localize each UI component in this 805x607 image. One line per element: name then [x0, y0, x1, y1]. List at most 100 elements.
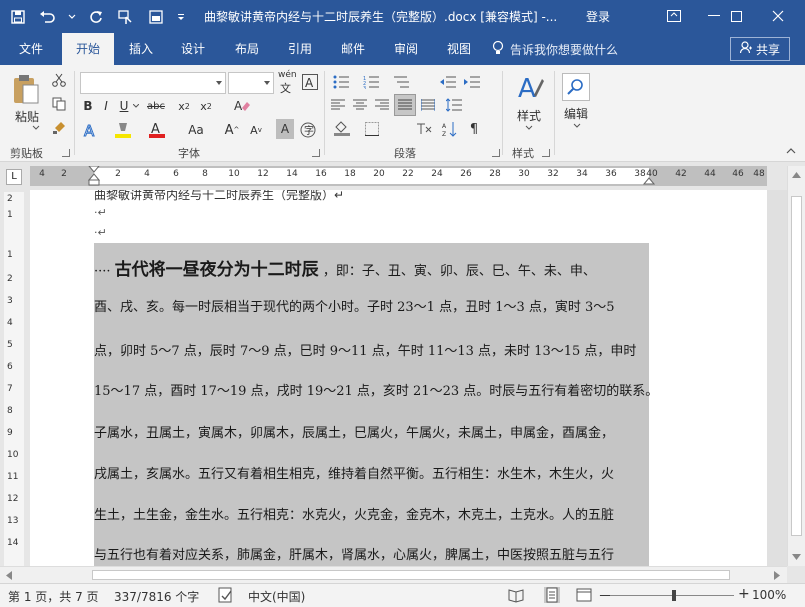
distributed-align-icon[interactable]	[418, 96, 438, 114]
styles-dialog-launcher[interactable]	[542, 149, 550, 157]
zoom-out-button[interactable]: －	[598, 586, 612, 606]
shading-icon[interactable]	[330, 119, 354, 139]
font-color-icon[interactable]: A	[146, 119, 168, 141]
close-icon[interactable]	[758, 2, 798, 30]
zoom-level[interactable]: 100%	[752, 588, 786, 602]
styles-dropdown-icon[interactable]	[520, 121, 538, 135]
zoom-in-button[interactable]: +	[738, 586, 750, 602]
print-preview-icon[interactable]	[146, 7, 166, 27]
page-count[interactable]: 第 1 页，共 7 页	[8, 588, 99, 605]
scroll-down-icon[interactable]	[792, 554, 801, 560]
bullets-icon[interactable]	[330, 73, 352, 91]
font-size-combo[interactable]	[228, 72, 274, 94]
tab-design[interactable]: 设计	[170, 33, 216, 65]
paragraph-line[interactable]: 子属水，丑属土，寅属木，卯属木，辰属土，巳属火，午属火，未属土，申属金，酉属金，	[94, 422, 654, 441]
highlight-color-icon[interactable]	[112, 119, 134, 141]
undo-dropdown-icon[interactable]	[68, 7, 76, 27]
enclose-char-icon[interactable]: 字	[298, 119, 318, 141]
copy-icon[interactable]	[50, 95, 68, 113]
vertical-scroll-thumb[interactable]	[791, 196, 802, 536]
save-icon[interactable]	[8, 7, 28, 27]
language-indicator[interactable]: 中文(中国)	[248, 588, 305, 605]
char-border-icon[interactable]: A	[300, 71, 320, 93]
tab-mailings[interactable]: 邮件	[330, 33, 376, 65]
scroll-left-icon[interactable]	[6, 571, 12, 580]
scroll-up-icon[interactable]	[792, 172, 801, 178]
search-icon[interactable]	[562, 73, 590, 101]
multilevel-list-icon[interactable]	[390, 73, 412, 91]
editing-dropdown-icon[interactable]	[568, 119, 586, 133]
tell-me-box[interactable]: 告诉我你想要做什么	[492, 33, 618, 65]
change-case-icon[interactable]: Aa	[186, 119, 206, 141]
undo-icon[interactable]	[38, 7, 58, 27]
paste-dropdown-icon[interactable]	[28, 121, 44, 135]
align-center-icon[interactable]	[350, 96, 370, 114]
tab-references[interactable]: 引用	[277, 33, 323, 65]
share-button[interactable]: 共享	[730, 37, 790, 61]
proofing-icon[interactable]	[218, 587, 234, 603]
paste-icon[interactable]	[8, 71, 44, 107]
read-mode-icon[interactable]	[508, 587, 524, 603]
word-count[interactable]: 337/7816 个字	[114, 588, 199, 605]
paragraph-line[interactable]: 15～17 点，酉时 17～19 点，戌时 19～21 点，亥时 21～23 点…	[94, 380, 654, 399]
underline-dropdown-icon[interactable]	[132, 96, 140, 116]
customize-qat-icon[interactable]	[176, 7, 186, 27]
vertical-ruler[interactable]: 2 1 1 2 3 4 5 6 7 8 9 10 11 12 13 14	[4, 192, 24, 566]
decrease-indent-icon[interactable]	[438, 73, 458, 91]
print-layout-icon[interactable]	[544, 587, 560, 603]
scroll-right-icon[interactable]	[774, 571, 780, 580]
borders-icon[interactable]	[360, 119, 384, 139]
tab-home[interactable]: 开始	[62, 33, 114, 65]
shrink-font-icon[interactable]: Av	[246, 119, 266, 141]
paragraph-line[interactable]: 生土，土生金，金生水。五行相克：水克火，火克金，金克木，木克土，土克水。人的五脏	[94, 504, 654, 523]
horizontal-scrollbar[interactable]	[0, 566, 787, 583]
font-name-combo[interactable]	[80, 72, 226, 94]
tab-review[interactable]: 审阅	[383, 33, 429, 65]
collapse-ribbon-icon[interactable]	[784, 145, 798, 157]
indent-marker-icon[interactable]	[88, 166, 100, 186]
paragraph-line[interactable]: 酉、戌、亥。每一时辰相当于现代的两个小时。子时 23～1 点，丑时 1～3 点，…	[94, 296, 654, 315]
right-indent-marker-icon[interactable]	[643, 174, 655, 186]
bold-button[interactable]: B	[80, 96, 96, 116]
paragraph-line[interactable]: 点，卯时 5～7 点，辰时 7～9 点，巳时 9～11 点，午时 11～13 点…	[94, 340, 654, 359]
clipboard-dialog-launcher[interactable]	[62, 149, 70, 157]
clear-formatting-icon[interactable]: A	[232, 96, 252, 116]
subscript-button[interactable]: x2	[174, 96, 194, 116]
horizontal-scroll-thumb[interactable]	[92, 570, 730, 580]
horizontal-ruler[interactable]: 4 2 2 4 6 8 10 12 14 16 18 20 22 24 26 2…	[30, 166, 767, 186]
format-painter-icon[interactable]	[50, 119, 68, 137]
show-marks-icon[interactable]: ¶	[464, 119, 484, 139]
text-effects-icon[interactable]: A	[80, 119, 102, 141]
phonetic-guide-button[interactable]: wén 文	[276, 70, 298, 95]
chinese-layout-icon[interactable]	[414, 119, 434, 139]
align-right-icon[interactable]	[372, 96, 392, 114]
maximize-icon[interactable]	[716, 2, 756, 30]
underline-button[interactable]: U	[116, 96, 132, 116]
vertical-scrollbar[interactable]	[787, 166, 805, 566]
cut-icon[interactable]	[50, 71, 68, 89]
zoom-slider-thumb[interactable]	[672, 590, 676, 601]
line-spacing-icon[interactable]	[444, 96, 464, 114]
align-left-icon[interactable]	[328, 96, 348, 114]
sort-icon[interactable]: AZ	[440, 119, 460, 139]
strikethrough-button[interactable]: abc	[142, 96, 170, 116]
paragraph-line[interactable]: 戌属土，亥属水。五行又有着相生相克，维持着自然平衡。五行相生：水生木，木生火，火	[94, 463, 654, 482]
paragraph-line[interactable]: 与五行也有着对应关系，肺属金，肝属木，肾属水，心属火，脾属土，中医按照五脏与五行	[94, 544, 654, 563]
char-shading-icon[interactable]: A	[276, 119, 294, 139]
ribbon-display-options-icon[interactable]	[654, 2, 694, 30]
tab-view[interactable]: 视图	[436, 33, 482, 65]
justify-icon[interactable]	[394, 94, 416, 116]
tab-selector[interactable]: L	[6, 169, 22, 185]
superscript-button[interactable]: x2	[196, 96, 216, 116]
italic-button[interactable]: I	[98, 96, 114, 116]
increase-indent-icon[interactable]	[462, 73, 482, 91]
paragraph-line[interactable]: ···· 古代将一昼夜分为十二时辰 ，即：子、丑、寅、卯、辰、巳、午、未、申、	[94, 255, 654, 280]
document-area[interactable]: 曲黎敏讲黄帝内经与十二时辰养生（完整版）↵ ·↵ ·↵ ···· 古代将一昼夜分…	[30, 190, 787, 566]
document-page[interactable]: 曲黎敏讲黄帝内经与十二时辰养生（完整版）↵ ·↵ ·↵ ···· 古代将一昼夜分…	[30, 190, 767, 566]
tab-layout[interactable]: 布局	[224, 33, 270, 65]
redo-icon[interactable]	[86, 7, 106, 27]
tab-insert[interactable]: 插入	[118, 33, 164, 65]
numbering-icon[interactable]: 123	[360, 73, 382, 91]
login-button[interactable]: 登录	[586, 8, 610, 25]
grow-font-icon[interactable]: A ^	[222, 119, 242, 141]
